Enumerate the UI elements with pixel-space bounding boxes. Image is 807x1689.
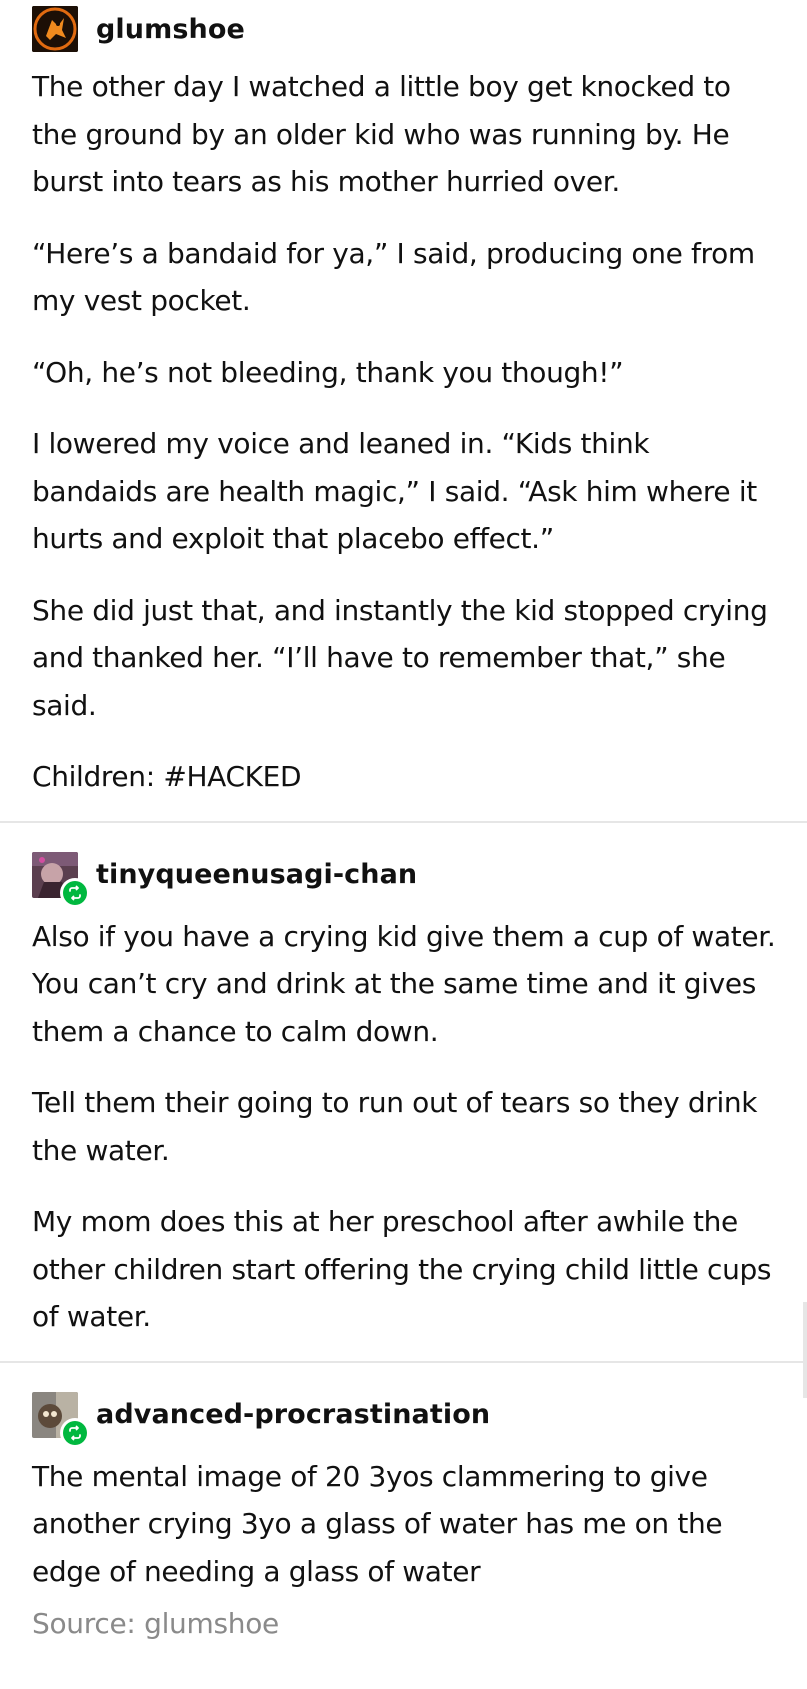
post-body: Also if you have a crying kid give them …: [32, 901, 777, 1341]
post-username[interactable]: tinyqueenusagi-chan: [96, 859, 417, 890]
reblog-badge: [60, 877, 90, 908]
post-advanced-procrastination: advanced-procrastination The mental imag…: [0, 1363, 807, 1640]
avatar[interactable]: [32, 851, 90, 908]
post-paragraph: “Oh, he’s not bleeding, thank you though…: [32, 355, 624, 389]
post-paragraph: My mom does this at her preschool after …: [32, 1205, 772, 1333]
post-paragraph: “Here’s a bandaid for ya,” I said, produ…: [32, 236, 755, 318]
griffin-logo-icon: [32, 6, 78, 52]
reblog-badge: [60, 1417, 90, 1448]
post-body: The other day I watched a little boy get…: [32, 58, 777, 801]
post-paragraph: I lowered my voice and leaned in. “Kids …: [32, 427, 757, 555]
post-paragraph: Also if you have a crying kid give them …: [32, 919, 776, 1048]
avatar[interactable]: [32, 6, 78, 52]
reblog-icon: [63, 1420, 87, 1445]
post-header: glumshoe: [32, 0, 777, 58]
reblog-icon: [63, 880, 87, 905]
post-paragraph: Children: #HACKED: [32, 760, 302, 793]
post-username[interactable]: advanced-procrastination: [96, 1399, 490, 1430]
post-header: advanced-procrastination: [32, 1389, 777, 1448]
post-tinyqueenusagi-chan: tinyqueenusagi-chan Also if you have a c…: [0, 823, 807, 1341]
avatar-image: [32, 6, 78, 52]
avatar[interactable]: [32, 1391, 90, 1448]
scrollbar-edge: [803, 1302, 807, 1398]
post-username[interactable]: glumshoe: [96, 14, 245, 45]
post-body: The mental image of 20 3yos clammering t…: [32, 1441, 777, 1596]
post-paragraph: The mental image of 20 3yos clammering t…: [32, 1459, 723, 1588]
post-header: tinyqueenusagi-chan: [32, 849, 777, 908]
post-paragraph: Tell them their going to run out of tear…: [32, 1086, 758, 1167]
post-paragraph: The other day I watched a little boy get…: [32, 70, 731, 198]
post-glumshoe: glumshoe The other day I watched a littl…: [0, 0, 807, 801]
post-source[interactable]: Source: glumshoe: [32, 1607, 777, 1640]
post-paragraph: She did just that, and instantly the kid…: [32, 593, 768, 722]
